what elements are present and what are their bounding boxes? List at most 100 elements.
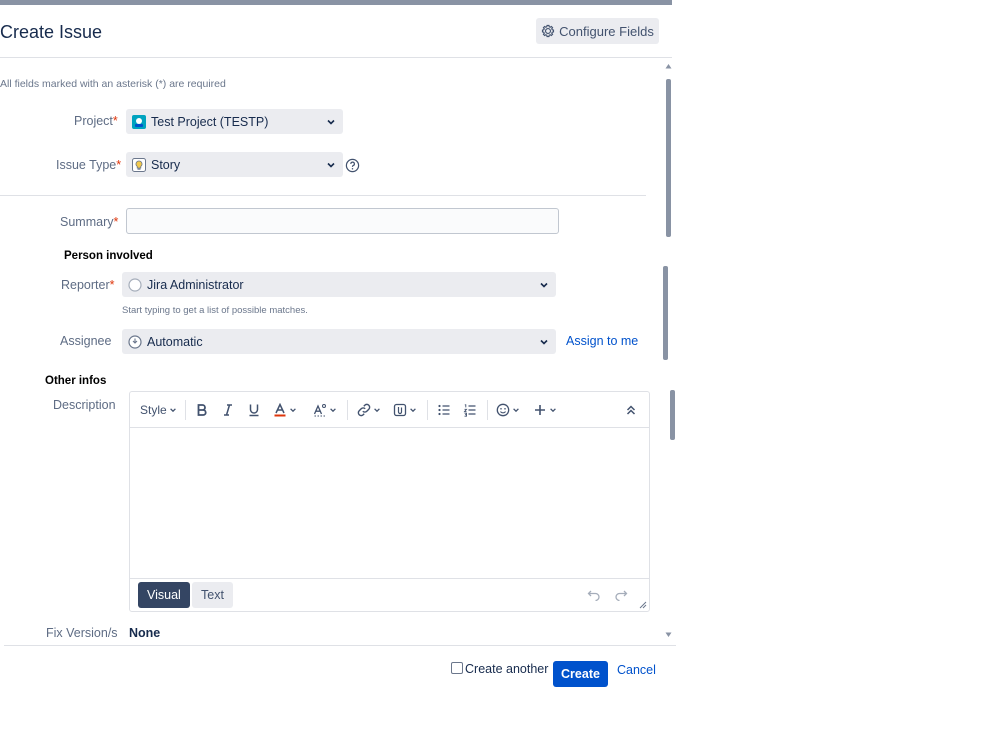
numbered-list-button[interactable] xyxy=(463,401,477,419)
text-format-icon xyxy=(313,404,326,417)
project-label: Project* xyxy=(74,114,118,128)
visual-mode-button[interactable]: Visual xyxy=(138,582,190,608)
reporter-hint: Start typing to get a list of possible m… xyxy=(122,305,308,316)
assign-to-me-link[interactable]: Assign to me xyxy=(566,334,638,348)
story-icon xyxy=(132,157,146,172)
description-editor: Style Visual Text xyxy=(129,391,650,612)
create-another-checkbox[interactable] xyxy=(451,662,463,674)
chevron-down-icon xyxy=(327,119,335,125)
italic-button[interactable] xyxy=(221,401,235,419)
scrollbar-thumb[interactable] xyxy=(663,266,668,360)
scroll-up-arrow-icon[interactable] xyxy=(665,63,672,69)
assignee-select[interactable]: Automatic xyxy=(122,329,556,354)
reporter-label: Reporter* xyxy=(61,278,115,292)
required-asterisk: * xyxy=(109,278,115,292)
chevron-down-icon xyxy=(540,339,548,345)
configure-fields-label: Configure Fields xyxy=(559,23,654,39)
automatic-assignee-icon xyxy=(128,334,142,349)
toolbar-separator xyxy=(347,400,348,420)
reporter-select[interactable]: Jira Administrator xyxy=(122,272,556,297)
summary-label: Summary* xyxy=(60,215,118,229)
link-icon xyxy=(357,403,371,417)
create-button[interactable]: Create xyxy=(553,661,608,687)
bullet-list-icon xyxy=(438,404,450,416)
chevron-down-icon xyxy=(550,408,556,413)
style-dropdown[interactable]: Style xyxy=(140,401,177,419)
dialog-scrollbar[interactable] xyxy=(663,63,675,645)
chevron-down-icon xyxy=(330,408,336,413)
numbered-list-icon xyxy=(463,404,476,417)
gear-icon xyxy=(542,24,555,38)
collapse-toolbar-icon xyxy=(626,405,636,415)
chevron-down-icon xyxy=(540,282,548,288)
scrollbar-thumb[interactable] xyxy=(670,390,675,440)
italic-icon xyxy=(224,404,232,416)
issue-type-label: Issue Type* xyxy=(56,158,121,172)
text-color-icon xyxy=(274,403,286,417)
editor-toolbar: Style xyxy=(130,392,649,428)
issue-type-value: Story xyxy=(151,157,181,172)
create-issue-dialog: Create Issue Configure Fields All fields… xyxy=(0,5,676,735)
configure-fields-button[interactable]: Configure Fields xyxy=(536,18,659,44)
bullet-list-button[interactable] xyxy=(437,401,451,419)
chevron-down-icon xyxy=(169,408,176,413)
reporter-label-text: Reporter xyxy=(61,278,110,292)
chevron-down-icon xyxy=(410,408,416,413)
insert-more-button[interactable] xyxy=(533,401,557,419)
other-infos-heading: Other infos xyxy=(45,375,107,387)
dialog-footer-divider xyxy=(4,645,676,646)
chevron-down-icon xyxy=(374,408,380,413)
assignee-value: Automatic xyxy=(147,334,203,349)
toolbar-separator xyxy=(427,400,428,420)
dialog-header: Create Issue Configure Fields xyxy=(0,5,672,58)
underline-icon xyxy=(249,404,259,417)
required-asterisk: * xyxy=(112,114,118,128)
help-icon[interactable] xyxy=(345,158,360,173)
reporter-value: Jira Administrator xyxy=(147,277,244,292)
assignee-label: Assignee xyxy=(60,334,112,348)
issue-type-label-text: Issue Type xyxy=(56,158,117,172)
redo-icon[interactable] xyxy=(614,589,628,601)
issue-type-select[interactable]: Story xyxy=(126,152,343,177)
chevron-down-icon xyxy=(290,408,296,413)
text-mode-button[interactable]: Text xyxy=(192,582,233,608)
project-value: Test Project (TESTP) xyxy=(151,114,269,129)
underline-button[interactable] xyxy=(247,401,261,419)
required-fields-note: All fields marked with an asterisk (*) a… xyxy=(0,78,226,90)
toolbar-separator xyxy=(487,400,488,420)
emoji-button[interactable] xyxy=(496,401,520,419)
project-avatar-icon xyxy=(132,114,146,129)
link-button[interactable] xyxy=(357,401,381,419)
summary-label-text: Summary xyxy=(60,215,114,229)
create-another-label[interactable]: Create another xyxy=(465,662,548,676)
collapse-toolbar-button[interactable] xyxy=(624,401,638,419)
summary-input[interactable] xyxy=(126,208,559,234)
scroll-down-arrow-icon[interactable] xyxy=(665,632,672,638)
fix-version-value: None xyxy=(129,626,161,640)
description-label: Description xyxy=(53,398,116,412)
chevron-down-icon xyxy=(327,162,335,168)
editor-mode-bar: Visual Text xyxy=(130,578,649,611)
toolbar-separator xyxy=(185,400,186,420)
required-asterisk: * xyxy=(113,215,119,229)
fix-version-label: Fix Version/s xyxy=(46,626,118,640)
attachment-icon xyxy=(393,403,407,417)
undo-icon[interactable] xyxy=(587,589,601,601)
style-label: Style xyxy=(140,403,167,417)
attachment-button[interactable] xyxy=(393,401,417,419)
chevron-down-icon xyxy=(513,408,519,413)
section-divider xyxy=(0,195,646,196)
emoji-icon xyxy=(496,403,510,417)
text-color-button[interactable] xyxy=(273,401,297,419)
bold-button[interactable] xyxy=(195,401,209,419)
text-format-button[interactable] xyxy=(313,401,337,419)
user-avatar-icon xyxy=(128,277,142,292)
cancel-link[interactable]: Cancel xyxy=(617,663,656,677)
insert-more-icon xyxy=(535,405,545,415)
project-select[interactable]: Test Project (TESTP) xyxy=(126,109,343,134)
project-label-text: Project xyxy=(74,114,113,128)
scrollbar-thumb[interactable] xyxy=(666,79,671,237)
person-involved-heading: Person involved xyxy=(64,250,153,262)
required-asterisk: * xyxy=(116,158,122,172)
description-content-area[interactable] xyxy=(130,428,649,579)
